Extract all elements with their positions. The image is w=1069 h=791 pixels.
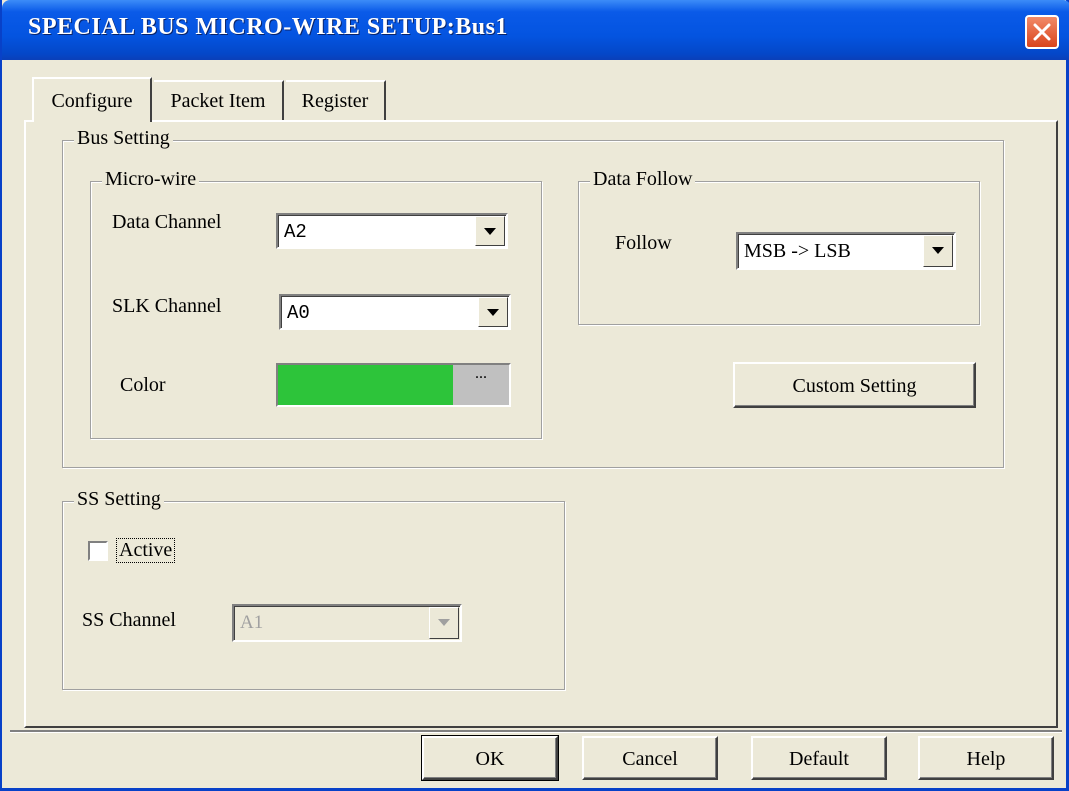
color-more-button[interactable]: ...	[453, 365, 509, 405]
active-checkbox[interactable]	[88, 541, 108, 561]
follow-select[interactable]: MSB -> LSB	[736, 232, 956, 270]
micro-wire-label: Micro-wire	[102, 168, 200, 191]
ss-setting-group	[62, 501, 565, 690]
dialog-window: SPECIAL BUS MICRO-WIRE SETUP:Bus1 Config…	[0, 0, 1069, 791]
ss-channel-select[interactable]: A1	[232, 604, 462, 642]
data-channel-value: A2	[284, 221, 307, 243]
tab-register[interactable]: Register	[286, 80, 386, 120]
help-button[interactable]: Help	[918, 736, 1054, 780]
color-picker[interactable]: ...	[276, 363, 511, 407]
chevron-down-icon	[438, 619, 450, 626]
data-channel-select[interactable]: A2	[276, 213, 508, 249]
data-follow-label: Data Follow	[590, 168, 696, 191]
chevron-down-icon	[484, 228, 496, 235]
follow-dropdown-button[interactable]	[923, 235, 953, 267]
title-bar[interactable]: SPECIAL BUS MICRO-WIRE SETUP:Bus1	[2, 0, 1069, 60]
chevron-down-icon	[932, 247, 944, 254]
active-label[interactable]: Active	[116, 538, 176, 563]
close-button[interactable]	[1025, 15, 1059, 49]
ss-channel-dropdown-button[interactable]	[429, 607, 459, 639]
ss-setting-label: SS Setting	[74, 488, 164, 511]
follow-label: Follow	[615, 232, 672, 254]
default-button[interactable]: Default	[751, 736, 887, 780]
color-label: Color	[120, 374, 166, 396]
slk-channel-select[interactable]: A0	[279, 294, 511, 330]
window-title: SPECIAL BUS MICRO-WIRE SETUP:Bus1	[28, 14, 508, 40]
slk-channel-dropdown-button[interactable]	[478, 297, 508, 327]
tab-configure[interactable]: Configure	[32, 77, 152, 122]
chevron-down-icon	[487, 309, 499, 316]
cancel-button[interactable]: Cancel	[582, 736, 718, 780]
data-channel-label: Data Channel	[112, 211, 222, 233]
bus-setting-label: Bus Setting	[74, 127, 173, 150]
ss-channel-label: SS Channel	[82, 609, 176, 631]
slk-channel-label: SLK Channel	[112, 295, 222, 317]
slk-channel-value: A0	[287, 302, 310, 324]
close-icon	[1033, 23, 1051, 41]
ok-button[interactable]: OK	[421, 735, 559, 781]
ss-channel-value: A1	[240, 612, 264, 633]
tab-packet-item[interactable]: Packet Item	[154, 80, 284, 120]
custom-setting-button[interactable]: Custom Setting	[733, 362, 976, 408]
follow-value: MSB -> LSB	[744, 240, 851, 262]
color-preview[interactable]	[278, 365, 453, 405]
data-channel-dropdown-button[interactable]	[475, 216, 505, 246]
footer-divider	[10, 730, 1062, 733]
